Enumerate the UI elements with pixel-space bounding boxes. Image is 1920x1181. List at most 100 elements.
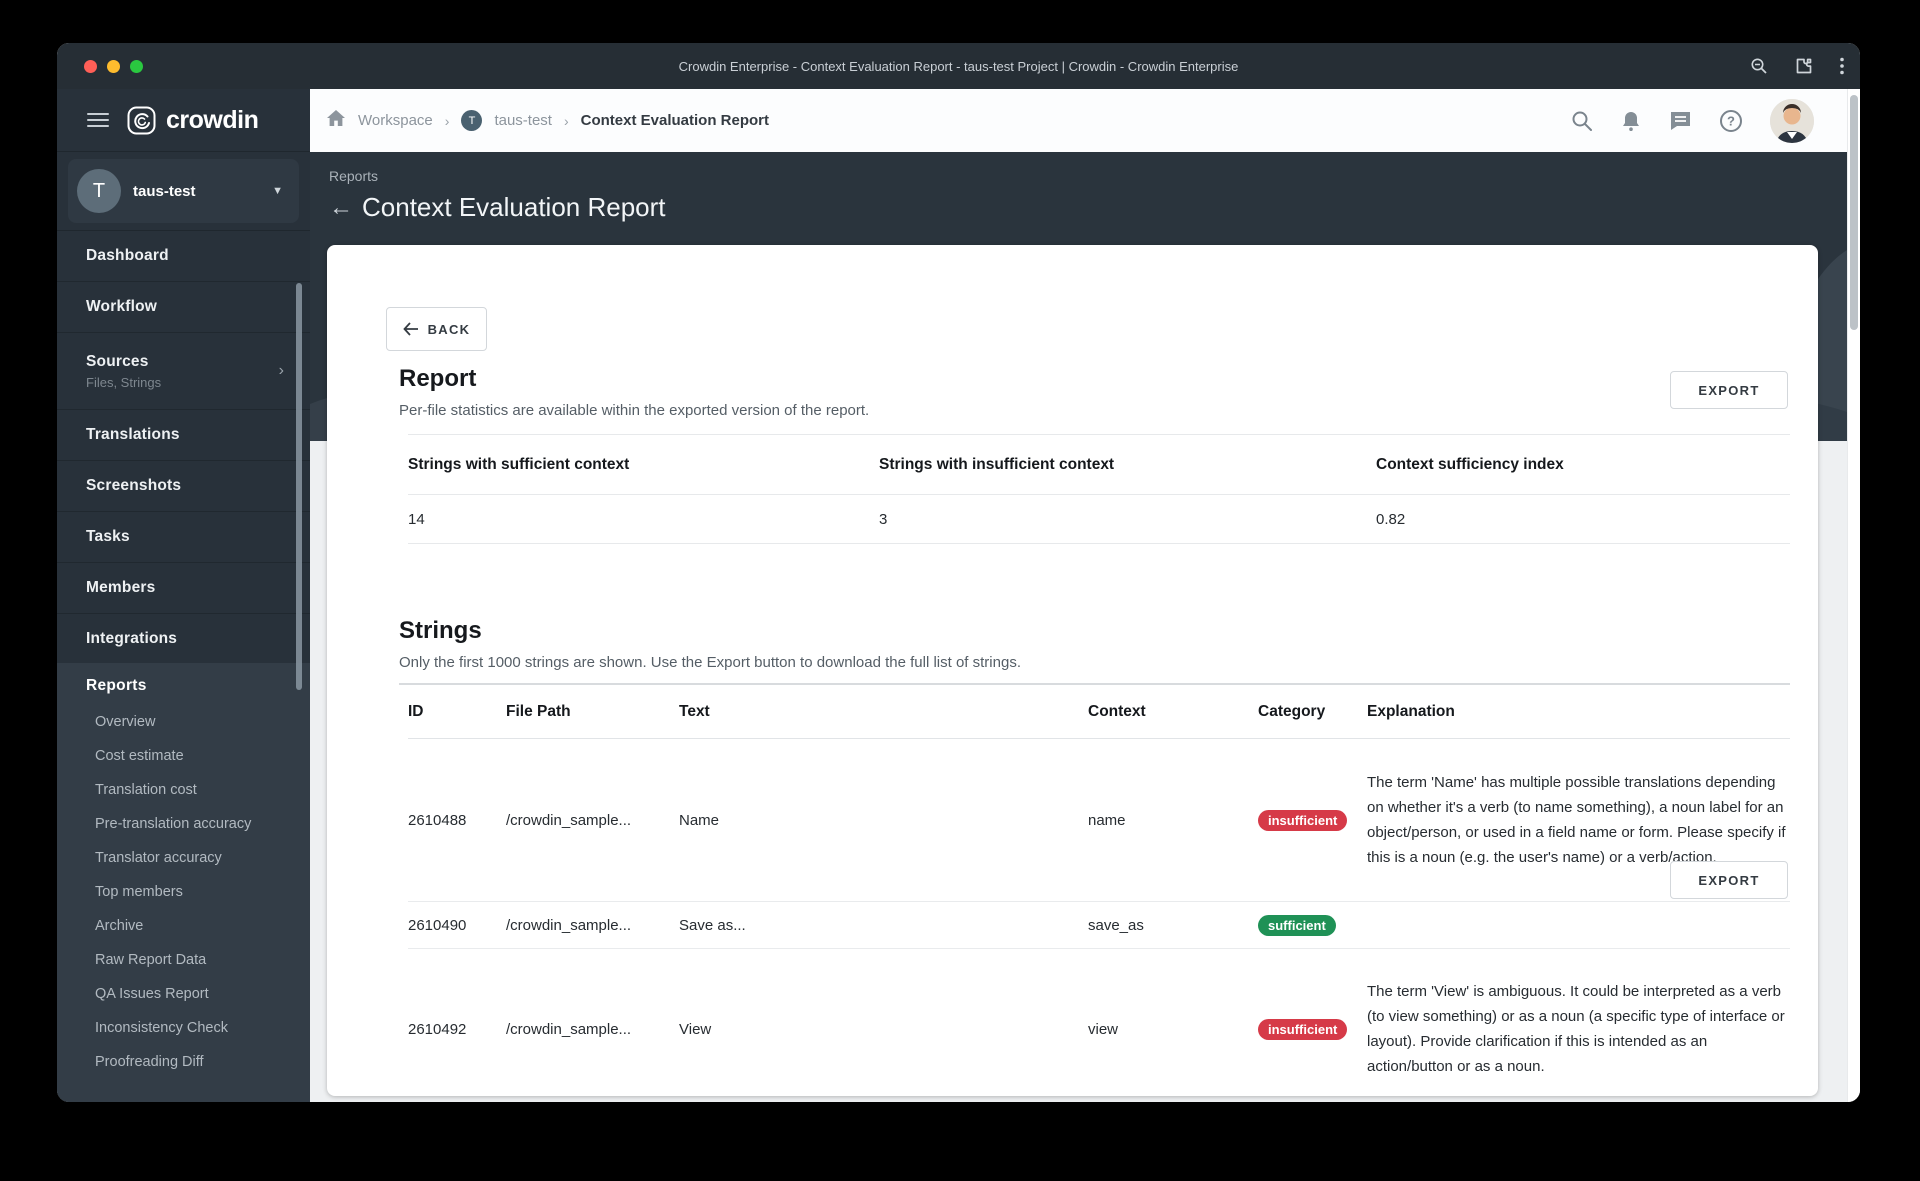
hero-section-label: Reports: [329, 168, 379, 184]
strings-table: ID File Path Text Context Category Expla…: [408, 685, 1790, 1096]
sidebar-report-proofreading-diff[interactable]: Proofreading Diff: [57, 1045, 310, 1079]
category-badge: insufficient: [1258, 809, 1348, 831]
col-category: Category: [1258, 702, 1326, 720]
cell-explanation: The term 'Name' has multiple possible tr…: [1367, 774, 1786, 866]
browser-window: Crowdin Enterprise - Context Evaluation …: [57, 43, 1860, 1102]
arrow-left-icon: [402, 322, 418, 336]
page-scrollbar-thumb[interactable]: [1850, 95, 1858, 330]
sidebar-report-top-members[interactable]: Top members: [57, 875, 310, 909]
breadcrumb-project-avatar[interactable]: T: [461, 110, 483, 131]
sidebar-item-translations[interactable]: Translations: [57, 410, 310, 461]
report-section-heading: Report: [399, 365, 477, 392]
cell-file-path: /crowdin_sample...: [506, 916, 632, 934]
sidebar-report-overview[interactable]: Overview: [57, 705, 310, 739]
sidebar: crowdin T taus-test ▼ Dashboard Workflow…: [57, 89, 310, 1102]
sidebar-report-cost-estimate[interactable]: Cost estimate: [57, 739, 310, 773]
sidebar-item-dashboard[interactable]: Dashboard: [57, 231, 310, 282]
category-badge: insufficient: [1258, 1018, 1348, 1040]
sidebar-item-screenshots[interactable]: Screenshots: [57, 461, 310, 512]
strings-table-header: ID File Path Text Context Category Expla…: [408, 685, 1790, 739]
project-avatar: T: [77, 169, 121, 213]
browser-tab-title: Crowdin Enterprise - Context Evaluation …: [678, 58, 1239, 74]
search-icon[interactable]: [1571, 110, 1593, 132]
cell-context: view: [1088, 1020, 1119, 1038]
stat-label-index: Context sufficiency index: [1376, 455, 1564, 473]
cell-explanation: [1367, 919, 1790, 931]
col-context: Context: [1088, 702, 1146, 720]
crowdin-logo-text: crowdin: [166, 105, 259, 134]
strings-section-heading: Strings: [399, 617, 482, 644]
strings-export-button[interactable]: EXPORT: [1670, 861, 1788, 899]
sidebar-report-inconsistency-check[interactable]: Inconsistency Check: [57, 1011, 310, 1045]
sidebar-item-sources[interactable]: Sources Files, Strings ›: [57, 333, 310, 410]
cell-id: 2610492: [408, 1020, 467, 1038]
project-selector[interactable]: T taus-test ▼: [68, 159, 299, 223]
project-selector-label: taus-test: [133, 182, 196, 200]
breadcrumb-current-page: Context Evaluation Report: [580, 112, 769, 129]
crowdin-logo-icon: [127, 106, 156, 134]
col-text: Text: [679, 702, 710, 720]
strings-section-subtitle: Only the first 1000 strings are shown. U…: [399, 654, 1021, 671]
messages-icon[interactable]: [1669, 110, 1692, 132]
cell-id: 2610488: [408, 811, 467, 829]
breadcrumb-workspace[interactable]: Workspace: [358, 112, 433, 129]
user-avatar[interactable]: [1770, 98, 1814, 143]
browser-menu-kebab-icon[interactable]: [1840, 57, 1844, 75]
back-button[interactable]: BACK: [386, 307, 487, 351]
sidebar-item-tasks[interactable]: Tasks: [57, 512, 310, 563]
sidebar-item-members[interactable]: Members: [57, 563, 310, 614]
sidebar-item-integrations[interactable]: Integrations: [57, 614, 310, 665]
cell-text: Name: [679, 811, 720, 829]
notifications-bell-icon[interactable]: [1620, 110, 1642, 132]
cell-id: 2610490: [408, 916, 467, 934]
table-row[interactable]: 2610488 /crowdin_sample... Name name ins…: [408, 739, 1790, 902]
report-export-button[interactable]: EXPORT: [1670, 371, 1788, 409]
sidebar-reports-group: Reports Overview Cost estimate Translati…: [57, 663, 310, 1102]
sidebar-report-archive[interactable]: Archive: [57, 909, 310, 943]
table-row[interactable]: 2610492 /crowdin_sample... View view ins…: [408, 949, 1790, 1096]
crowdin-logo[interactable]: crowdin: [127, 105, 259, 135]
report-stats-table: Strings with sufficient context Strings …: [408, 434, 1790, 544]
chevron-right-icon: ›: [278, 362, 284, 379]
page-content: Reports ← Context Evaluation Report BACK…: [310, 152, 1847, 1102]
page-title: Context Evaluation Report: [362, 192, 666, 222]
sidebar-report-pre-translation-accuracy[interactable]: Pre-translation accuracy: [57, 807, 310, 841]
cell-file-path: /crowdin_sample...: [506, 1020, 632, 1038]
stat-value-sufficient: 14: [408, 510, 425, 528]
cell-file-path: /crowdin_sample...: [506, 811, 632, 829]
browser-titlebar: Crowdin Enterprise - Context Evaluation …: [57, 43, 1860, 89]
page-scrollbar[interactable]: [1847, 89, 1860, 1102]
sidebar-item-reports[interactable]: Reports: [57, 677, 310, 705]
zoom-page-icon[interactable]: [1750, 57, 1768, 75]
sidebar-item-workflow[interactable]: Workflow: [57, 282, 310, 333]
stat-label-insufficient: Strings with insufficient context: [879, 455, 1115, 473]
sidebar-report-translator-accuracy[interactable]: Translator accuracy: [57, 841, 310, 875]
desktop: Crowdin Enterprise - Context Evaluation …: [0, 0, 1920, 1181]
back-arrow-icon[interactable]: ←: [329, 195, 353, 220]
sidebar-report-translation-cost[interactable]: Translation cost: [57, 773, 310, 807]
home-icon[interactable]: [326, 109, 346, 132]
stat-value-insufficient: 3: [879, 510, 888, 528]
chevron-down-icon: ▼: [272, 185, 283, 197]
extensions-icon[interactable]: [1794, 56, 1814, 76]
col-file-path: File Path: [506, 702, 571, 720]
cell-text: View: [679, 1020, 712, 1038]
sidebar-report-qa-issues[interactable]: QA Issues Report: [57, 977, 310, 1011]
chevron-right-icon: ›: [444, 112, 450, 129]
sidebar-scrollbar[interactable]: [296, 283, 302, 690]
stat-label-sufficient: Strings with sufficient context: [408, 455, 630, 473]
report-card: BACK EXPORT EXPORT Report Per-file stati…: [327, 245, 1818, 1096]
report-section-subtitle: Per-file statistics are available within…: [399, 402, 870, 419]
svg-text:?: ?: [1727, 113, 1735, 128]
sidebar-report-raw-report-data[interactable]: Raw Report Data: [57, 943, 310, 977]
chevron-right-icon: ›: [563, 112, 569, 129]
breadcrumb-project[interactable]: taus-test: [494, 112, 552, 129]
table-row[interactable]: 2610490 /crowdin_sample... Save as... sa…: [408, 902, 1790, 949]
help-icon[interactable]: ?: [1719, 109, 1743, 133]
breadcrumb: Workspace › T taus-test › Context Evalua…: [326, 109, 769, 132]
hamburger-menu-icon[interactable]: [87, 109, 109, 131]
cell-text: Save as...: [679, 916, 746, 934]
cell-context: save_as: [1088, 916, 1144, 934]
app-header: Workspace › T taus-test › Context Evalua…: [310, 89, 1847, 152]
stat-value-index: 0.82: [1376, 510, 1406, 528]
